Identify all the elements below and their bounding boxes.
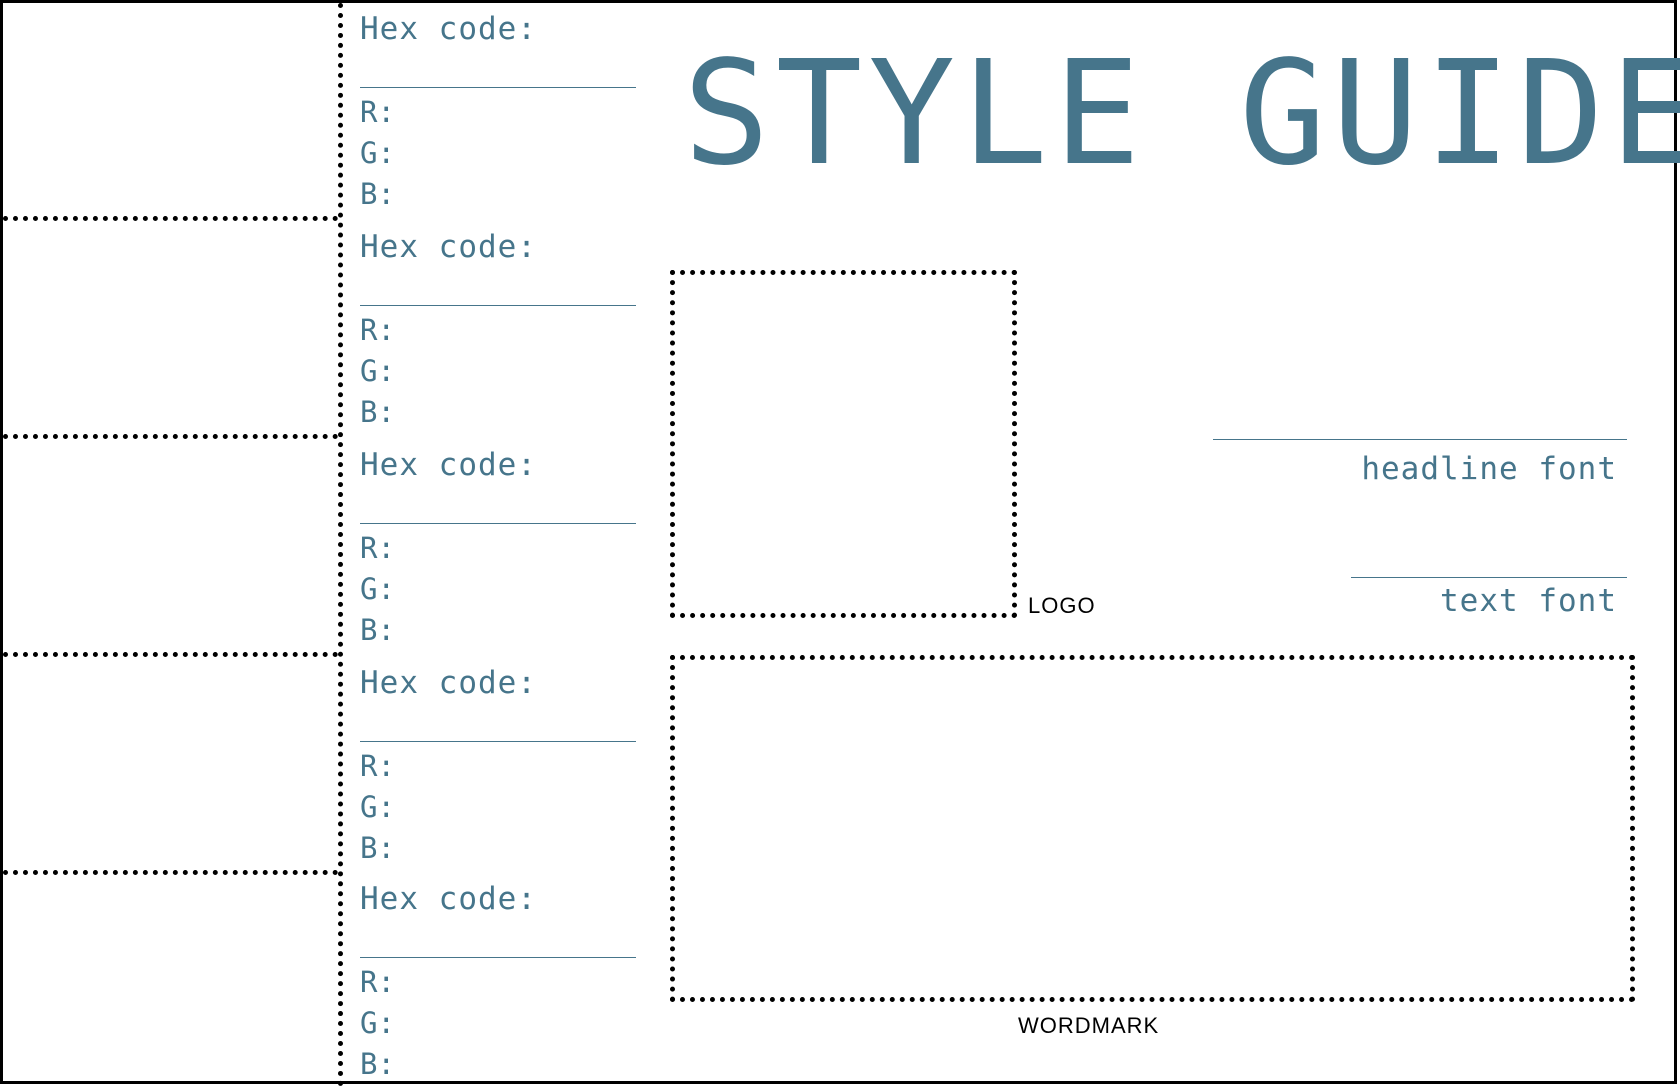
- blue-label: B:: [360, 1047, 395, 1081]
- swatch-column: [3, 3, 343, 1087]
- hex-code-label: Hex code:: [360, 229, 537, 265]
- green-label: G:: [360, 790, 395, 824]
- hex-code-label: Hex code:: [360, 11, 537, 47]
- hex-code-field[interactable]: [360, 87, 636, 88]
- green-label: G:: [360, 572, 395, 606]
- red-label: R:: [360, 531, 395, 565]
- hex-code-field[interactable]: [360, 957, 636, 958]
- blue-label: B:: [360, 395, 395, 429]
- green-label: G:: [360, 136, 395, 170]
- red-label: R:: [360, 749, 395, 783]
- hex-code-label: Hex code:: [360, 881, 537, 917]
- red-label: R:: [360, 95, 395, 129]
- hex-code-label: Hex code:: [360, 447, 537, 483]
- color-swatch-4[interactable]: [3, 657, 338, 875]
- color-swatch-3[interactable]: [3, 439, 338, 657]
- color-swatch-2[interactable]: [3, 221, 338, 439]
- red-label: R:: [360, 965, 395, 999]
- page-title: STYLE GUIDE: [683, 29, 1680, 197]
- red-label: R:: [360, 313, 395, 347]
- logo-placeholder[interactable]: [670, 270, 1017, 618]
- color-info-5: Hex code: R: G: B:: [360, 873, 636, 1091]
- headline-font-field[interactable]: [1213, 439, 1627, 440]
- blue-label: B:: [360, 831, 395, 865]
- wordmark-placeholder[interactable]: [670, 655, 1635, 1002]
- blue-label: B:: [360, 177, 395, 211]
- wordmark-label: WORDMARK: [1018, 1013, 1160, 1038]
- text-font-field[interactable]: [1351, 577, 1627, 578]
- hex-code-field[interactable]: [360, 523, 636, 524]
- green-label: G:: [360, 354, 395, 388]
- hex-code-label: Hex code:: [360, 665, 537, 701]
- green-label: G:: [360, 1006, 395, 1040]
- headline-font-label: headline font: [1361, 451, 1617, 487]
- text-font-label: text font: [1440, 583, 1617, 619]
- color-info-1: Hex code: R: G: B:: [360, 3, 636, 221]
- color-swatch-5[interactable]: [3, 875, 338, 1087]
- hex-code-field[interactable]: [360, 741, 636, 742]
- logo-label: LOGO: [1028, 593, 1096, 618]
- color-info-4: Hex code: R: G: B:: [360, 657, 636, 875]
- style-guide-sheet: Hex code: R: G: B: Hex code: R: G: B: He…: [0, 0, 1680, 1087]
- blue-label: B:: [360, 613, 395, 647]
- hex-code-field[interactable]: [360, 305, 636, 306]
- color-swatch-1[interactable]: [3, 3, 338, 221]
- color-info-3: Hex code: R: G: B:: [360, 439, 636, 657]
- color-info-2: Hex code: R: G: B:: [360, 221, 636, 439]
